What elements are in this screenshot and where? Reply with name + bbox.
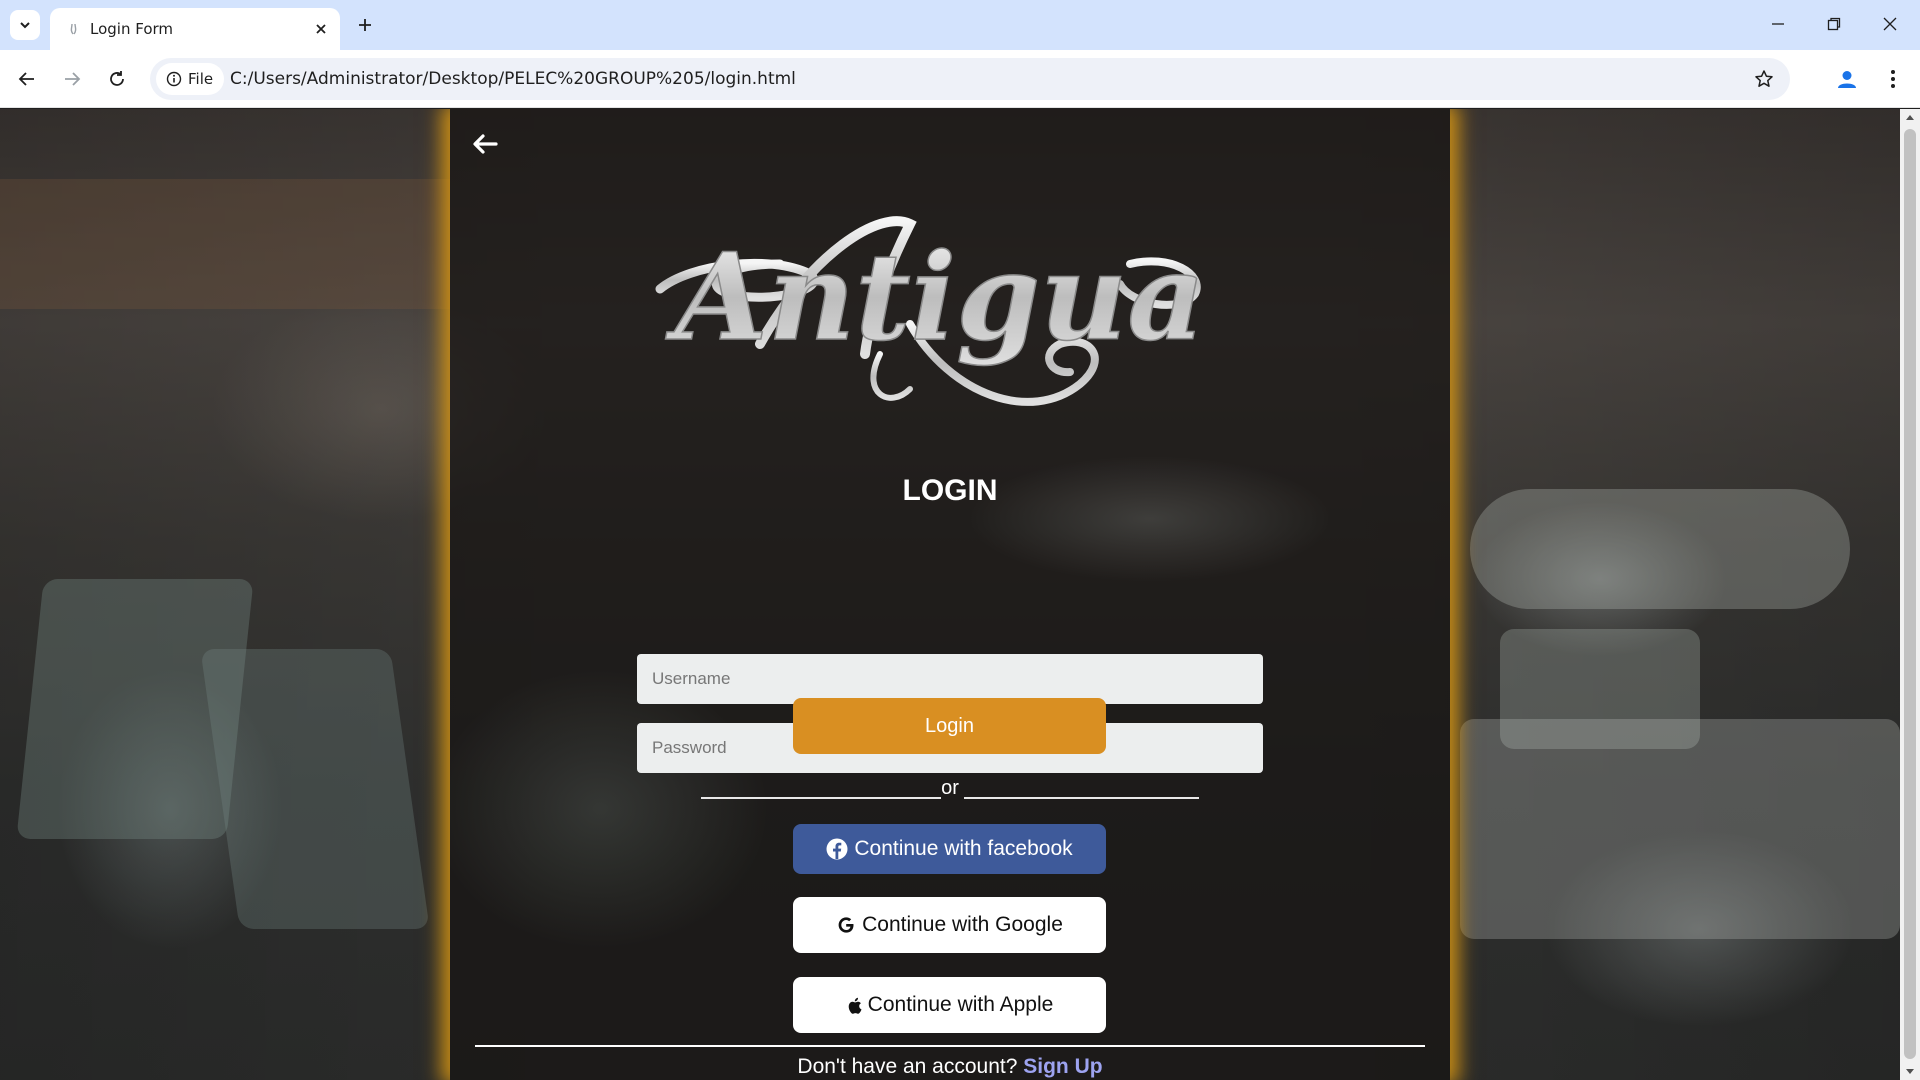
or-separator: or [941,777,959,799]
bookmark-star-icon[interactable] [1752,67,1776,91]
login-button-label: Login [925,714,974,737]
page-viewport: Antigua LOGIN Login or Continue with fac… [0,109,1900,1080]
scrollbar-thumb[interactable] [1904,129,1916,1059]
logo-text: Antigua [665,227,1205,368]
tab-title: Login Form [90,20,174,38]
browser-menu-icon[interactable] [1878,64,1908,94]
apple-login-button[interactable]: Continue with Apple [793,977,1106,1033]
apple-button-label: Continue with Apple [867,993,1054,1016]
site-info-chip[interactable]: File [156,63,224,95]
back-icon[interactable] [11,63,43,95]
divider-right [964,797,1199,799]
google-icon [838,917,854,933]
facebook-icon [826,838,848,860]
chevron-down-icon [20,22,30,29]
facebook-button-label: Continue with facebook [854,837,1073,860]
signup-prompt: Don't have an account? Sign Up [450,1055,1450,1079]
reload-icon[interactable] [101,63,133,95]
site-chip-label: File [188,70,214,88]
background-chair [1500,629,1700,749]
signup-link[interactable]: Sign Up [1023,1055,1102,1078]
signup-prompt-text: Don't have an account? [797,1055,1018,1078]
tab-search-button[interactable] [10,10,40,40]
forward-icon[interactable] [56,63,88,95]
page-favicon-icon [66,21,82,37]
scroll-up-arrow-icon[interactable] [1905,113,1915,121]
browser-toolbar: File C:/Users/Administrator/Desktop/PELE… [0,50,1920,108]
new-tab-plus-icon[interactable] [352,12,378,38]
page-scrollbar[interactable] [1900,109,1920,1080]
login-button[interactable]: Login [793,698,1106,754]
background-chair [200,649,430,929]
browser-tab[interactable]: Login Form [50,8,340,50]
url-text[interactable]: C:/Users/Administrator/Desktop/PELEC%20G… [230,69,796,89]
browser-tab-bar: Login Form [0,0,1920,50]
bottom-divider [475,1045,1425,1047]
username-input[interactable] [637,654,1263,704]
close-window-icon[interactable] [1870,8,1910,40]
address-bar[interactable]: File C:/Users/Administrator/Desktop/PELE… [150,58,1790,100]
antigua-logo: Antigua [655,216,1206,406]
google-login-button[interactable]: Continue with Google [793,897,1106,953]
scroll-down-arrow-icon[interactable] [1905,1068,1915,1076]
back-arrow-icon[interactable] [470,129,500,159]
minimize-icon[interactable] [1758,8,1798,40]
tab-close-icon[interactable] [310,18,332,40]
page-title: LOGIN [902,474,998,507]
login-panel: Antigua LOGIN Login or Continue with fac… [450,109,1450,1080]
background-wall-band [0,179,450,309]
info-icon [166,71,182,87]
background-table [1470,489,1850,609]
apple-icon [848,997,862,1014]
background-table [1460,719,1900,939]
google-button-label: Continue with Google [862,913,1063,936]
profile-avatar-icon[interactable] [1832,64,1862,94]
restore-icon[interactable] [1814,8,1854,40]
facebook-login-button[interactable]: Continue with facebook [793,824,1106,874]
